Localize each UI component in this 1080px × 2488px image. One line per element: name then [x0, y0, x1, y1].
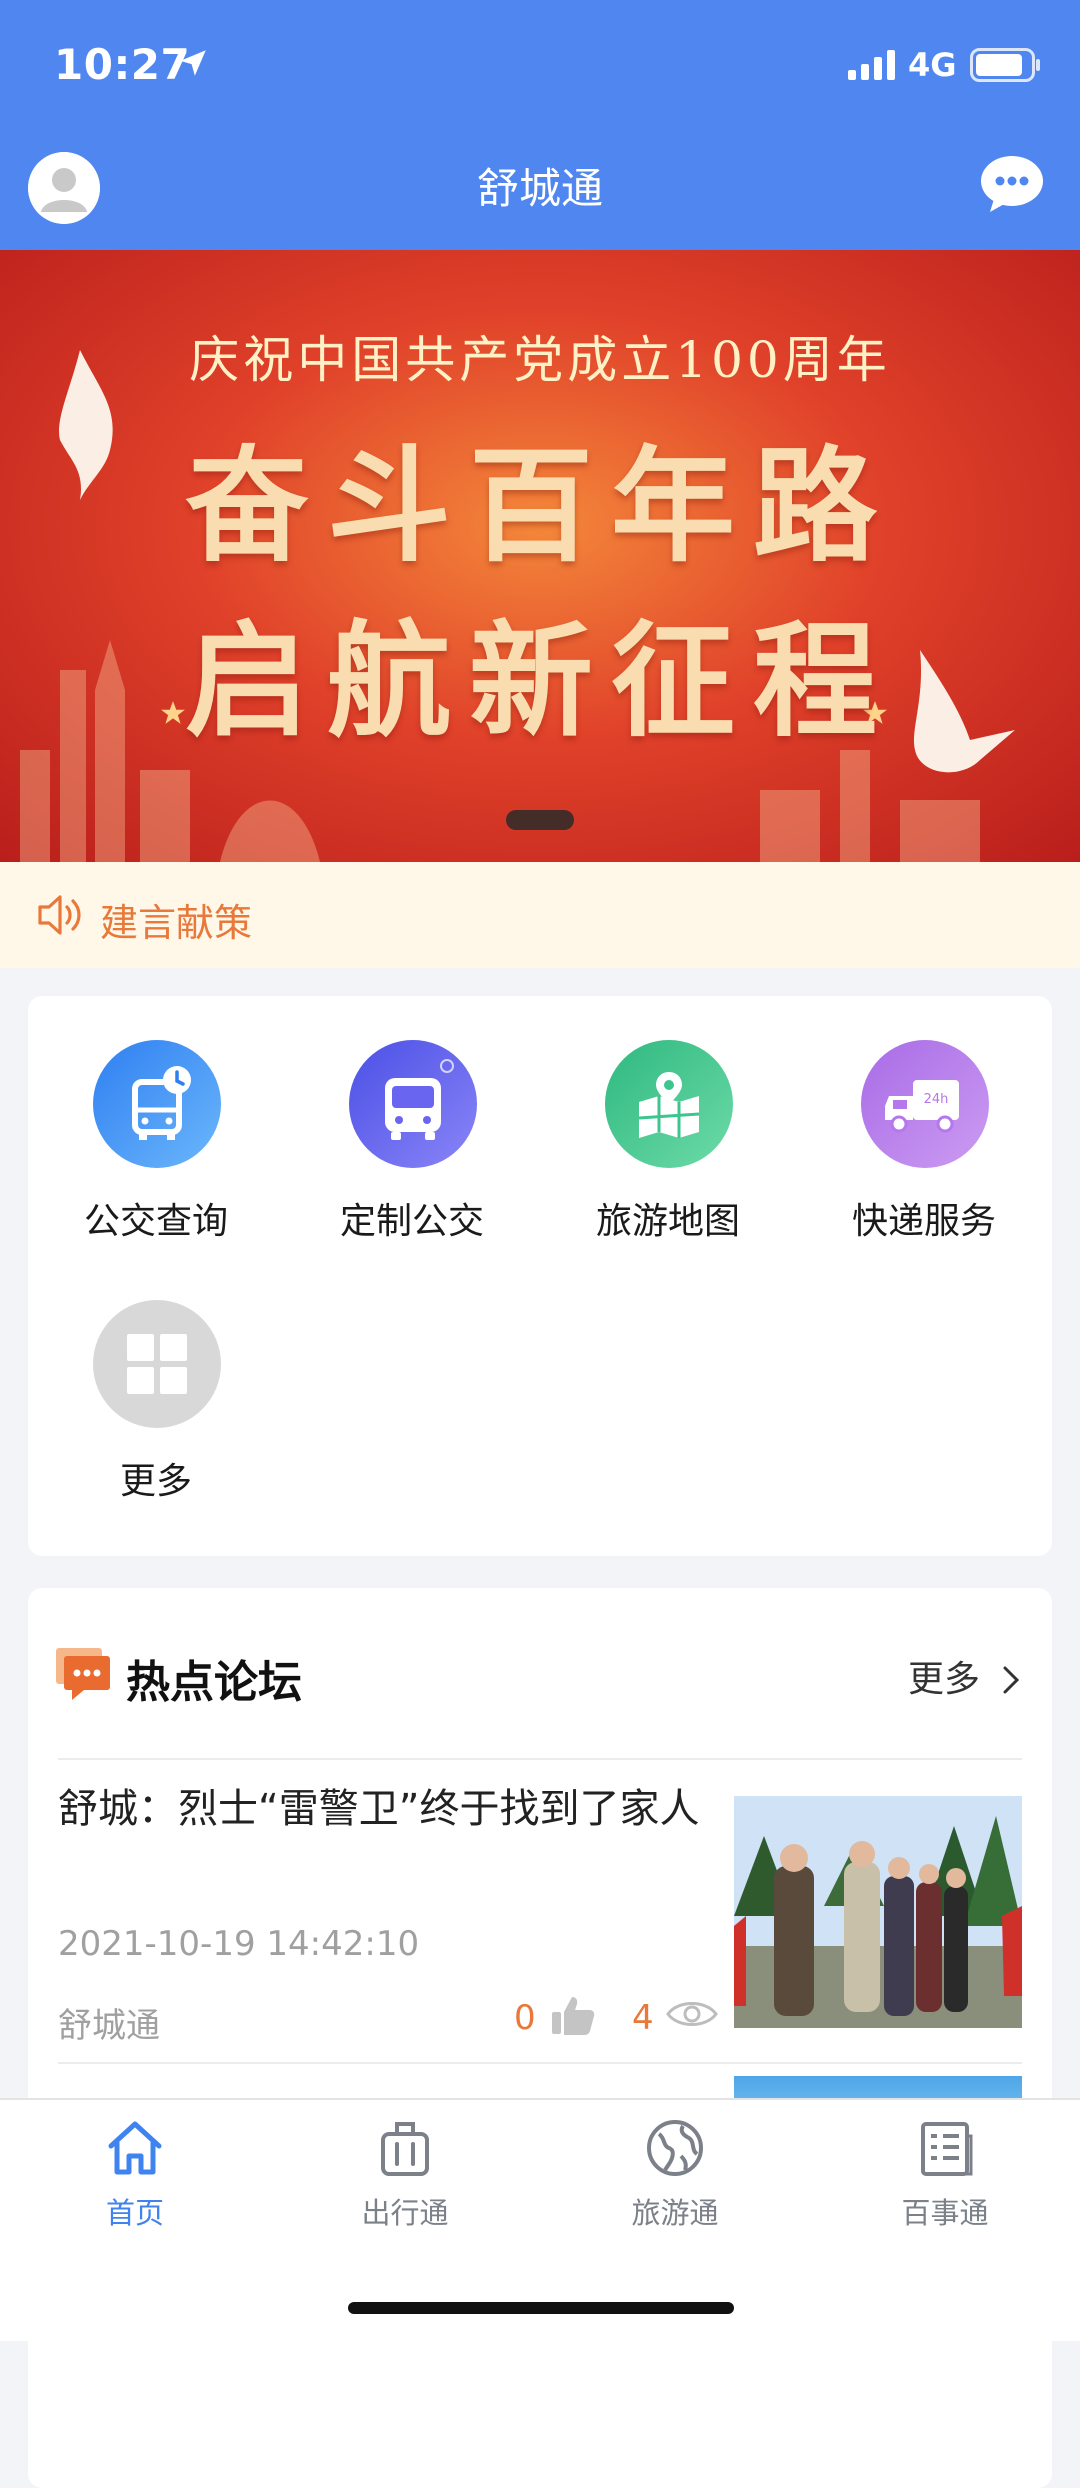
delivery-truck-icon: 24h — [861, 1040, 989, 1168]
service-label: 公交查询 — [83, 1201, 228, 1242]
service-label: 快递服务 — [851, 1201, 996, 1242]
location-arrow-icon — [180, 50, 206, 76]
promo-banner[interactable]: 庆祝中国共产党成立100周年 奋斗百年路 启航新征程 — [0, 250, 1080, 862]
tab-services[interactable]: 百事通 — [810, 2100, 1080, 2240]
service-bus-query[interactable]: 公交查询 — [28, 996, 284, 1246]
hot-forum-section: 热点论坛 更多 舒城：烈士“雷警卫”终于找到了家人 2021-10-19 14:… — [28, 1588, 1052, 2488]
post-source: 舒城通 — [58, 2006, 160, 2046]
forum-post-item[interactable]: 舒城：烈士“雷警卫”终于找到了家人 2021-10-19 14:42:10 舒城… — [28, 1588, 1052, 2058]
divider — [58, 2062, 1022, 2064]
eye-icon — [666, 2002, 718, 2026]
bus-icon — [349, 1040, 477, 1168]
tab-travel[interactable]: 出行通 — [270, 2100, 540, 2240]
tab-label: 旅游通 — [631, 2196, 719, 2230]
service-express[interactable]: 24h 快递服务 — [796, 996, 1052, 1246]
tab-label: 百事通 — [901, 2196, 989, 2230]
luggage-icon — [381, 2122, 429, 2176]
service-custom-bus[interactable]: 定制公交 — [284, 996, 540, 1246]
home-indicator[interactable] — [348, 2302, 734, 2314]
page-title: 舒城通 — [476, 164, 603, 213]
post-date: 2021-10-19 14:42:10 — [58, 1924, 420, 1964]
service-more[interactable]: 更多 — [28, 1256, 284, 1506]
post-like-count: 0 — [514, 1998, 536, 2038]
map-pin-icon — [605, 1040, 733, 1168]
svg-text:24h: 24h — [924, 1092, 949, 1107]
grid-icon — [93, 1300, 221, 1428]
post-title: 舒城：烈士“雷警卫”终于找到了家人 — [58, 1786, 700, 1832]
banner-subtitle: 庆祝中国共产党成立100周年 — [189, 331, 891, 389]
carousel-indicator[interactable] — [506, 810, 574, 830]
tab-home[interactable]: 首页 — [0, 2100, 270, 2240]
tab-label: 首页 — [105, 2196, 164, 2230]
network-type: 4G — [908, 46, 957, 84]
service-grid: 公交查询 定制公交 旅游地图 24h 快递服务 更多 — [28, 996, 1052, 1556]
status-bar: 10:27 4G — [0, 0, 1080, 130]
service-label: 旅游地图 — [595, 1201, 740, 1242]
battery-icon — [970, 48, 1040, 82]
post-thumbnail — [734, 1796, 1022, 2028]
service-tour-map[interactable]: 旅游地图 — [540, 996, 796, 1246]
bus-clock-icon — [93, 1040, 221, 1168]
post-view-count: 4 — [632, 1998, 654, 2038]
home-icon — [108, 2121, 162, 2175]
tab-tourism[interactable]: 旅游通 — [540, 2100, 810, 2240]
tab-label: 出行通 — [361, 2196, 449, 2230]
service-label: 更多 — [119, 1461, 192, 1502]
status-time: 10:27 — [54, 40, 191, 89]
cellular-signal-icon — [848, 50, 895, 80]
chat-bubble-icon — [981, 156, 1043, 212]
notice-bar[interactable]: 建言献策 — [0, 862, 1080, 968]
thumbs-up-icon[interactable] — [550, 1994, 596, 2036]
message-button[interactable] — [980, 155, 1044, 212]
globe-icon — [647, 2120, 703, 2176]
service-label: 定制公交 — [339, 1201, 484, 1242]
notice-label: 建言献策 — [100, 901, 253, 945]
speaker-icon — [38, 895, 81, 935]
news-icon — [921, 2122, 973, 2176]
banner-headline-1: 奋斗百年路 — [184, 434, 895, 579]
banner-headline-2: 启航新征程 — [184, 609, 895, 754]
